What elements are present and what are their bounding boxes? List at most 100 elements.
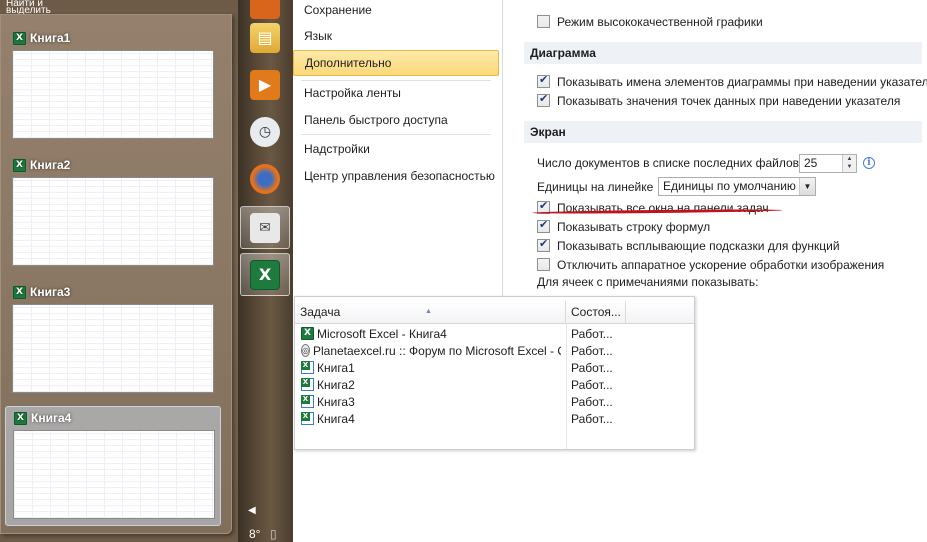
nav-item-save[interactable]: Сохранение bbox=[293, 0, 499, 23]
option-label: Показывать значения точек данных при нав… bbox=[557, 93, 901, 108]
task-status: Работ... bbox=[571, 377, 613, 392]
options-nav-panel: Сохранение Язык Дополнительно Настройка … bbox=[293, 0, 503, 296]
task-row[interactable]: ◎ Planetaexcel.ru :: Форум по Microsoft E… bbox=[295, 342, 694, 359]
checkbox[interactable] bbox=[537, 73, 550, 88]
taskbar-button-media-player[interactable]: ▶ bbox=[240, 63, 290, 106]
outlook-icon: ✉ bbox=[250, 212, 280, 243]
task-row[interactable]: Книга1 Работ... bbox=[295, 359, 694, 376]
dropdown-value: Единицы по умолчанию bbox=[663, 179, 796, 193]
excel-icon: X bbox=[14, 411, 27, 425]
checkbox[interactable] bbox=[537, 15, 550, 28]
checkbox[interactable] bbox=[537, 92, 550, 107]
option-show-function-tooltips[interactable]: Показывать всплывающие подсказки для фун… bbox=[537, 237, 840, 254]
task-status: Работ... bbox=[571, 394, 613, 409]
task-list-header: Задача ▲ Состоя... bbox=[295, 301, 694, 324]
taskbar-button-firefox[interactable] bbox=[240, 157, 290, 200]
checkbox[interactable] bbox=[537, 218, 550, 233]
section-header-display: Экран bbox=[524, 121, 922, 143]
nav-item-language[interactable]: Язык bbox=[293, 23, 499, 49]
comments-display-label: Для ячеек с примечаниями показывать: bbox=[537, 275, 759, 289]
task-name: Книга3 bbox=[317, 394, 355, 409]
clock-icon: ◷ bbox=[250, 116, 280, 147]
option-label: Показывать всплывающие подсказки для фун… bbox=[557, 238, 840, 253]
task-status: Работ... bbox=[571, 326, 613, 341]
sort-ascending-icon: ▲ bbox=[425, 308, 432, 315]
excel-app-icon: X bbox=[301, 327, 314, 340]
task-name: Книга2 bbox=[317, 377, 355, 392]
task-row[interactable]: X Microsoft Excel - Книга4 Работ... bbox=[295, 325, 694, 342]
nav-item-advanced[interactable]: Дополнительно bbox=[293, 50, 499, 76]
task-row[interactable]: Книга3 Работ... bbox=[295, 393, 694, 410]
thumbnail-preview bbox=[13, 430, 215, 519]
ruler-units-label: Единицы на линейке bbox=[537, 180, 654, 194]
option-label: Показывать строку формул bbox=[557, 219, 711, 234]
recent-docs-label: Число документов в списке последних файл… bbox=[537, 156, 803, 170]
task-name: Microsoft Excel - Книга4 bbox=[317, 326, 447, 341]
option-disable-hw-acceleration[interactable]: Отключить аппаратное ускорение обработки… bbox=[537, 256, 884, 273]
column-header-task[interactable]: Задача ▲ bbox=[295, 301, 566, 324]
option-show-formula-bar[interactable]: Показывать строку формул bbox=[537, 218, 710, 235]
nav-item-trust-center[interactable]: Центр управления безопасностью bbox=[293, 163, 499, 189]
option-label: Режим высококачественной графики bbox=[557, 14, 763, 29]
nav-item-customize-ribbon[interactable]: Настройка ленты bbox=[293, 80, 499, 106]
file-explorer-icon: ▤ bbox=[250, 22, 280, 53]
excel-doc-icon bbox=[301, 361, 314, 374]
excel-icon: X bbox=[13, 158, 26, 172]
thumbnail-preview bbox=[12, 177, 214, 266]
task-name: Planetaexcel.ru :: Форум по Microsoft Ex… bbox=[312, 343, 561, 358]
nav-divider bbox=[301, 134, 491, 135]
thumbnail-title: Книга1 bbox=[30, 31, 71, 45]
ribbon-clip-label: Найти и выделить bbox=[6, 0, 51, 14]
task-row[interactable]: Книга2 Работ... bbox=[295, 376, 694, 393]
nav-item-add-ins[interactable]: Надстройки bbox=[293, 136, 499, 162]
chevron-down-icon[interactable]: ▼ bbox=[799, 178, 815, 195]
thumbnail-kniga3[interactable]: X Книга3 bbox=[5, 281, 221, 401]
option-show-chart-element-names[interactable]: Показывать имена элементов диаграммы при… bbox=[537, 73, 927, 90]
taskbar-button-outlook[interactable]: ✉ bbox=[240, 206, 290, 249]
info-icon[interactable]: i bbox=[863, 157, 875, 169]
firefox-icon bbox=[250, 163, 280, 194]
task-status: Работ... bbox=[571, 411, 613, 426]
task-status: Работ... bbox=[571, 343, 613, 358]
taskbar-button-clock[interactable]: ◷ bbox=[240, 110, 290, 153]
section-header-chart: Диаграмма bbox=[524, 42, 922, 64]
option-show-data-point-values[interactable]: Показывать значения точек данных при нав… bbox=[537, 92, 900, 109]
taskbar-button-excel[interactable]: X bbox=[240, 253, 290, 296]
option-label: Отключить аппаратное ускорение обработки… bbox=[557, 257, 885, 272]
recent-docs-spinner[interactable]: 25 ▲ ▼ bbox=[799, 154, 857, 173]
task-row[interactable]: Книга4 Работ... bbox=[295, 410, 694, 427]
thumbnail-kniga1[interactable]: X Книга1 bbox=[5, 27, 221, 147]
thumbnail-title: Книга3 bbox=[30, 285, 71, 299]
taskbar-thumbnail-panel: X Книга1 X Книга2 X Книга3 X Книга4 bbox=[0, 14, 232, 534]
tray-icon[interactable]: ▯ bbox=[270, 527, 277, 541]
excel-doc-icon bbox=[301, 395, 314, 408]
thumbnail-kniga2[interactable]: X Книга2 bbox=[5, 154, 221, 274]
taskbar-scroll-arrow[interactable]: ◀ bbox=[248, 505, 256, 516]
spinner-value: 25 bbox=[804, 156, 818, 170]
thumbnail-title: Книга2 bbox=[30, 158, 71, 172]
thumbnail-preview bbox=[12, 304, 214, 393]
excel-icon: X bbox=[250, 259, 280, 290]
option-hq-graphics[interactable]: Режим высококачественной графики bbox=[537, 13, 763, 30]
task-name: Книга1 bbox=[317, 360, 355, 375]
thumbnail-preview bbox=[12, 50, 214, 139]
spinner-arrows-icon[interactable]: ▲ ▼ bbox=[842, 155, 856, 172]
media-player-icon: ▶ bbox=[250, 69, 280, 100]
task-name: Книга4 bbox=[317, 411, 355, 426]
checkbox[interactable] bbox=[537, 237, 550, 252]
column-header-status[interactable]: Состоя... bbox=[566, 301, 626, 324]
thumbnail-title: Книга4 bbox=[31, 411, 72, 425]
thumbnail-kniga4[interactable]: X Книга4 bbox=[5, 406, 221, 526]
option-label: Показывать имена элементов диаграммы при… bbox=[557, 74, 927, 89]
excel-doc-icon bbox=[301, 412, 314, 425]
windows-taskbar: ▤ ▶ ◷ ✉ X bbox=[238, 0, 293, 542]
taskbar-button-explorer[interactable]: ▤ bbox=[240, 16, 290, 59]
task-manager-list: Задача ▲ Состоя... X Microsoft Excel - Кн… bbox=[294, 296, 695, 450]
checkbox[interactable] bbox=[537, 258, 550, 271]
weather-temperature: 8° bbox=[249, 527, 261, 541]
browser-icon: ◎ bbox=[301, 344, 310, 357]
excel-icon: X bbox=[13, 31, 26, 45]
ruler-units-dropdown[interactable]: Единицы по умолчанию ▼ bbox=[658, 177, 816, 196]
advanced-options-content: Режим высококачественной графики Диаграм… bbox=[504, 0, 927, 296]
nav-item-quick-access-toolbar[interactable]: Панель быстрого доступа bbox=[293, 107, 499, 133]
